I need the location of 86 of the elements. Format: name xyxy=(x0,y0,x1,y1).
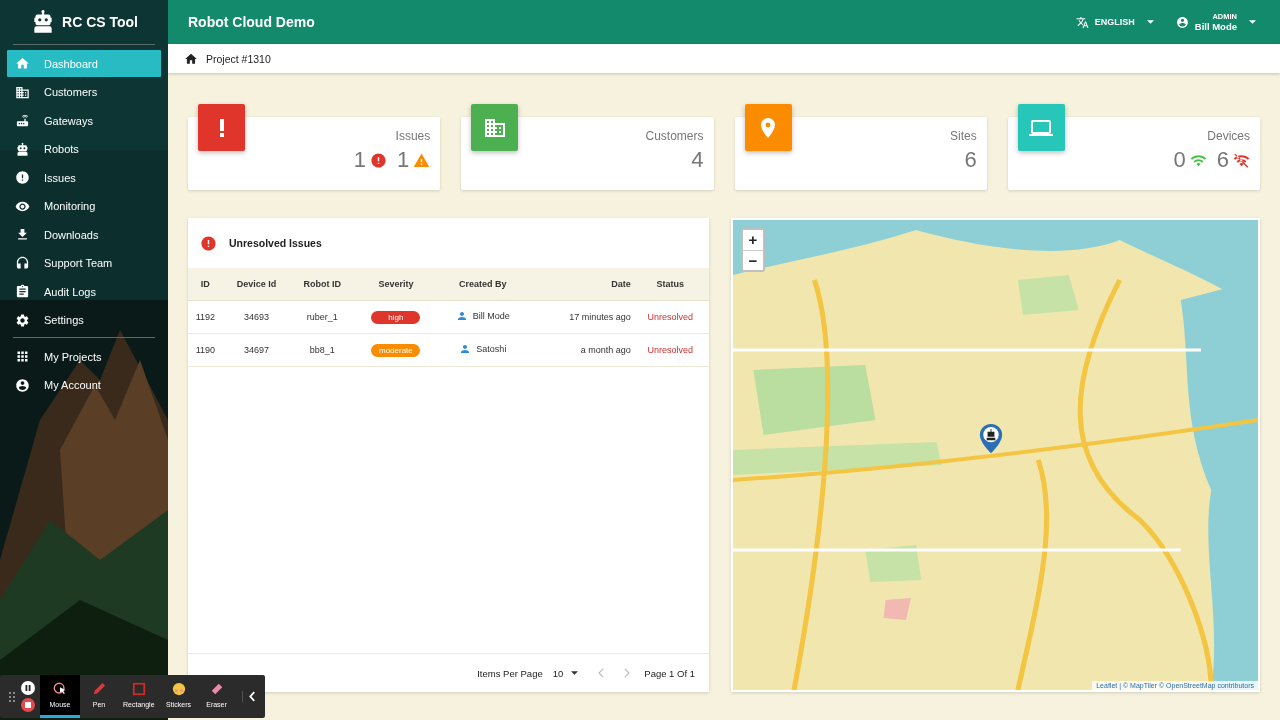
sidebar-item[interactable]: Gateways xyxy=(7,107,161,134)
table-cell: Satoshi xyxy=(476,344,507,354)
per-page-select[interactable]: 10 xyxy=(552,667,585,679)
column-header: Robot ID xyxy=(290,268,355,301)
column-header: Severity xyxy=(354,268,438,301)
building-icon xyxy=(15,84,30,100)
panel-title: Unresolved Issues xyxy=(229,237,322,249)
zoom-out-button[interactable]: − xyxy=(743,250,763,270)
download-icon xyxy=(15,227,30,242)
rectangle-icon xyxy=(131,682,146,696)
column-header: Device Id xyxy=(222,268,291,301)
sidebar-item[interactable]: Settings xyxy=(7,306,161,334)
drag-handle-icon[interactable] xyxy=(9,691,15,702)
table-cell: 34697 xyxy=(222,333,291,367)
sidebar-item[interactable]: Audit Logs xyxy=(7,278,161,305)
person-icon xyxy=(455,310,468,322)
router-icon xyxy=(15,113,30,128)
sticker-icon xyxy=(171,682,186,696)
column-header: ID xyxy=(188,268,223,301)
pen-icon xyxy=(92,682,106,696)
stat-value: 6 xyxy=(964,147,977,173)
cursor-icon xyxy=(53,682,67,696)
person-icon xyxy=(459,343,472,355)
column-header: Date xyxy=(528,268,632,301)
home-icon xyxy=(15,56,30,71)
robot-icon xyxy=(15,141,30,157)
sidebar-item[interactable]: Customers xyxy=(7,78,161,106)
alert-icon xyxy=(370,151,387,169)
table-cell: 17 minutes ago xyxy=(528,300,632,334)
sidebar-item[interactable]: My Account xyxy=(7,371,161,399)
account-icon xyxy=(15,377,30,393)
sidebar-item[interactable]: Issues xyxy=(7,164,161,191)
stat-label: Issues xyxy=(395,129,431,143)
user-name: Bill Mode xyxy=(1194,20,1237,32)
stat-value: 0 xyxy=(1173,147,1186,173)
table-cell: 1192 xyxy=(188,300,223,334)
headset-icon xyxy=(15,255,30,271)
language-menu[interactable]: ENGLISH xyxy=(1071,7,1158,37)
settings-icon xyxy=(15,312,30,328)
alert-icon xyxy=(15,170,30,185)
eraser-icon xyxy=(209,682,224,696)
sidebar-item[interactable]: Support Team xyxy=(7,249,161,277)
status-text: Unresolved xyxy=(631,333,709,367)
account-icon xyxy=(1175,15,1189,29)
breadcrumb[interactable]: Project #1310 xyxy=(206,52,271,65)
warning-icon xyxy=(413,151,431,169)
stat-value: 1 xyxy=(397,147,410,173)
map-pin-icon[interactable] xyxy=(979,423,1003,454)
grid-icon xyxy=(15,349,30,364)
table-cell: a month ago xyxy=(528,333,632,367)
caret-icon xyxy=(571,671,579,675)
stat-value: 4 xyxy=(691,147,704,173)
stat-label: Sites xyxy=(950,129,977,143)
page-indicator: Page 1 Of 1 xyxy=(644,667,695,679)
stat-value: 6 xyxy=(1216,147,1229,173)
stat-label: Devices xyxy=(1207,129,1250,143)
home-icon xyxy=(184,51,198,66)
collapse-icon[interactable] xyxy=(241,691,256,702)
app-name: RC CS Tool xyxy=(62,14,138,30)
stop-icon[interactable] xyxy=(21,698,35,712)
stat-label: Customers xyxy=(645,129,704,143)
column-header: Created By xyxy=(437,268,529,301)
sidebar-item[interactable]: Monitoring xyxy=(7,192,161,220)
sidebar-item[interactable]: Robots xyxy=(7,135,161,163)
status-text: Unresolved xyxy=(631,300,709,334)
column-header: Status xyxy=(631,268,709,301)
table-cell: 34693 xyxy=(222,300,291,334)
pager-label: Items Per Page xyxy=(477,667,543,679)
page-title: Robot Cloud Demo xyxy=(188,14,315,30)
caret-icon xyxy=(1249,20,1256,24)
table-cell: 1190 xyxy=(188,333,223,367)
severity-badge: moderate xyxy=(371,343,421,357)
caret-icon xyxy=(1146,20,1154,24)
wifi-off-icon xyxy=(1233,151,1250,169)
translate-icon xyxy=(1075,15,1089,29)
exclamation-icon xyxy=(219,118,224,137)
sidebar-item[interactable]: My Projects xyxy=(7,343,161,370)
pause-icon[interactable] xyxy=(21,681,35,695)
table-cell: ruber_1 xyxy=(290,300,355,334)
alert-icon xyxy=(200,234,217,252)
clipboard-icon xyxy=(15,284,30,299)
table-cell: bb8_1 xyxy=(290,333,355,367)
sidebar-item[interactable]: Downloads xyxy=(7,221,161,248)
stat-value: 1 xyxy=(353,147,366,173)
table-cell: Bill Mode xyxy=(472,311,510,321)
severity-badge: high xyxy=(371,310,421,324)
